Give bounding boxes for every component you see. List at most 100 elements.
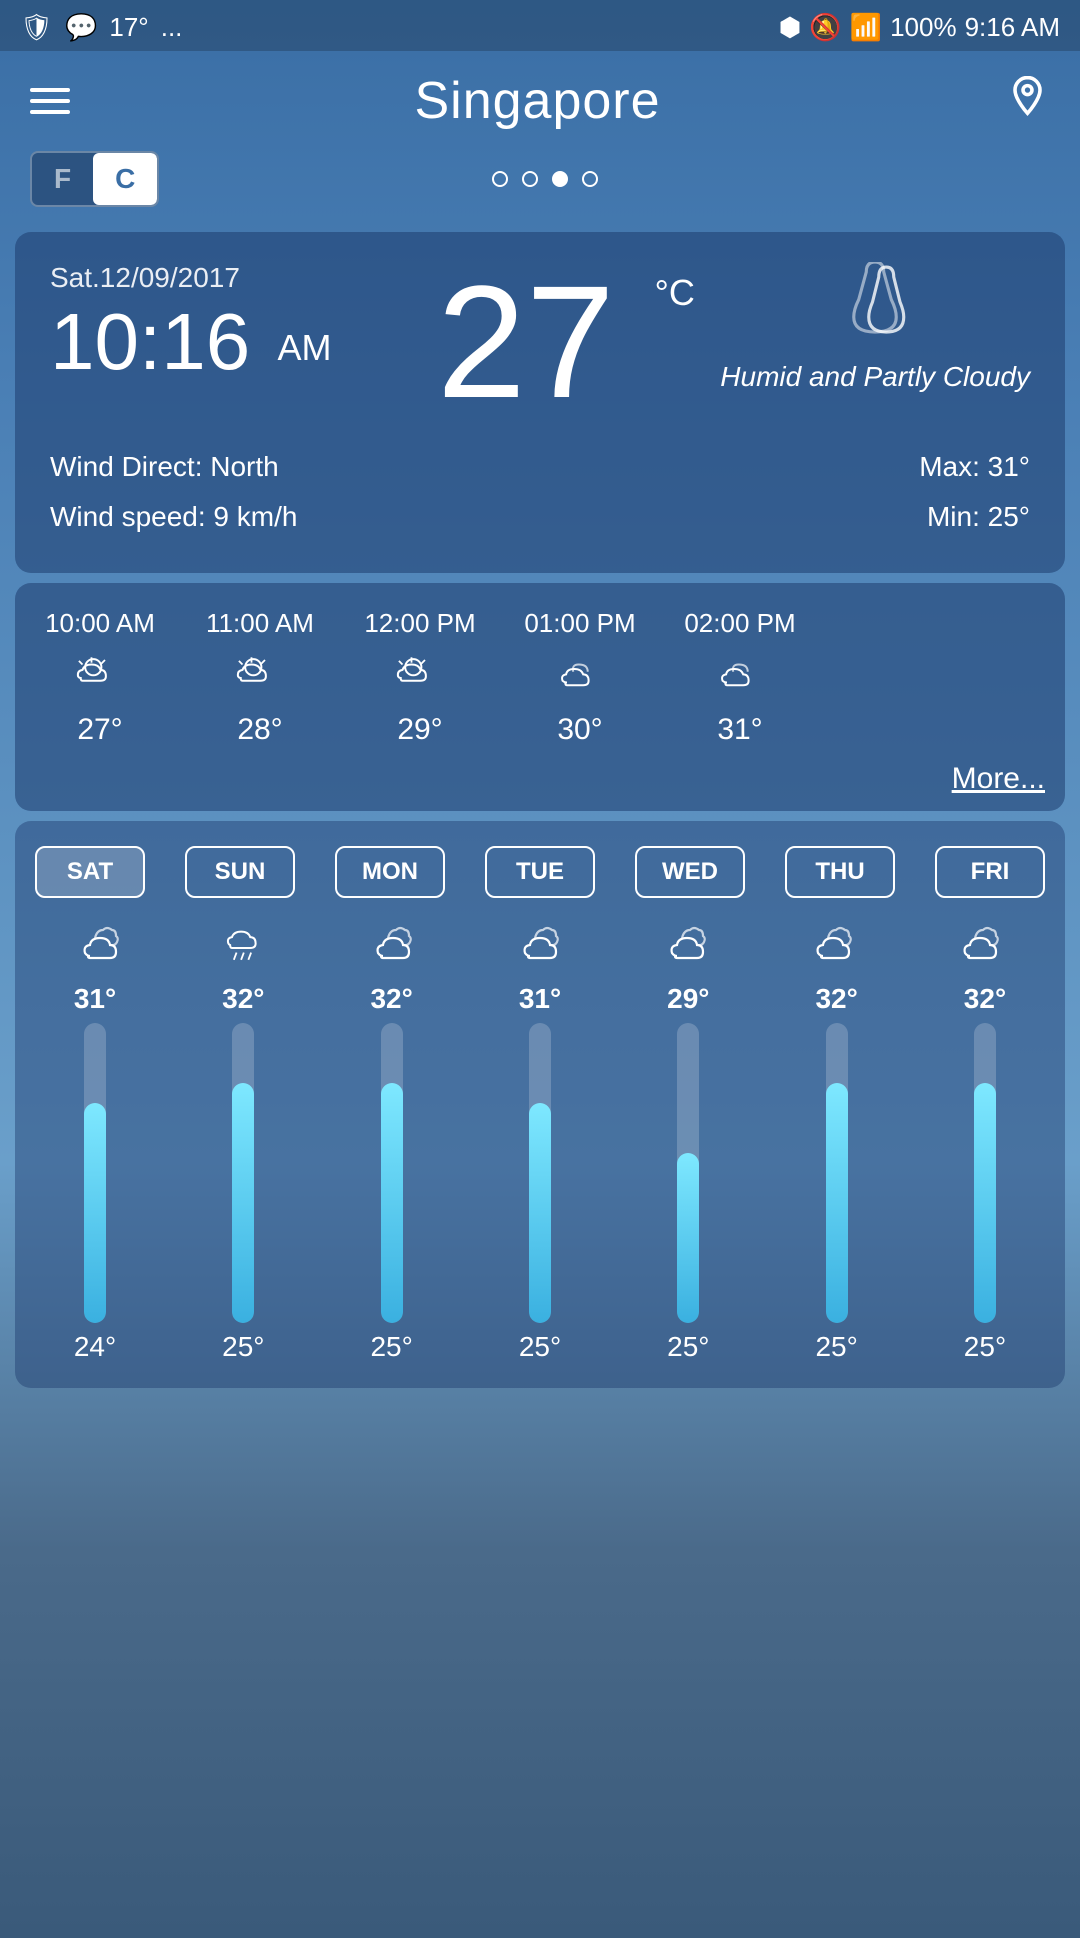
menu-button[interactable] <box>30 88 70 114</box>
hourly-weather-icon <box>713 651 768 701</box>
bar-max-temp: 32° <box>222 983 264 1015</box>
weekly-bars: 31°24°32°25°32°25°31°25°29°25°32°25°32°2… <box>35 983 1045 1363</box>
weekly-forecast-card: SATSUNMONTUEWEDTHUFRI 31°24°32°2 <box>15 821 1065 1388</box>
temperature-bar-wrapper <box>232 1023 254 1323</box>
temperature-section: 27 °C <box>437 262 615 422</box>
hourly-item: 02:00 PM 31° <box>675 608 805 747</box>
weekly-weather-icon <box>778 918 888 968</box>
max-temp: Max: 31° <box>919 442 1030 492</box>
hourly-temperature: 28° <box>237 713 282 747</box>
bar-column: 32° 25° <box>930 983 1040 1363</box>
wifi-icon: 📶 <box>850 12 882 43</box>
bar-max-temp: 32° <box>964 983 1006 1015</box>
weekly-weather-icon <box>338 918 448 968</box>
humidity-icon <box>840 262 910 342</box>
shield-icon: 🛡 <box>20 12 53 43</box>
wind-speed: Wind speed: 9 km/h <box>50 492 297 542</box>
page-dots <box>492 171 598 187</box>
hourly-weather-icon <box>233 651 288 701</box>
day-button[interactable]: WED <box>635 846 745 898</box>
bar-column: 32° 25° <box>782 983 892 1363</box>
hourly-weather-icon <box>553 651 608 701</box>
temperature-bar-fill <box>974 1083 996 1323</box>
min-temp: Min: 25° <box>919 492 1030 542</box>
day-button[interactable]: MON <box>335 846 445 898</box>
hourly-forecast-card: 10:00 AM 27°11:00 AM 28°12:00 PM 29°01:0… <box>15 583 1065 811</box>
time-display: 9:16 AM <box>965 12 1060 43</box>
bar-max-temp: 29° <box>667 983 709 1015</box>
hourly-item: 12:00 PM 29° <box>355 608 485 747</box>
hourly-time: 12:00 PM <box>364 608 475 639</box>
day-button[interactable]: TUE <box>485 846 595 898</box>
temperature-bar-wrapper <box>826 1023 848 1323</box>
bar-column: 31°25° <box>485 983 595 1363</box>
weather-top: Sat.12/09/2017 10:16 AM 27 °C Humid and … <box>50 262 1030 422</box>
unit-toggle[interactable]: F C <box>30 151 159 207</box>
bar-max-temp: 32° <box>815 983 857 1015</box>
fahrenheit-button[interactable]: F <box>32 153 93 205</box>
header: Singapore <box>0 51 1080 141</box>
current-temperature: 27 <box>437 252 615 431</box>
bar-column: 32° 25° <box>337 983 447 1363</box>
bar-min-temp: 25° <box>815 1331 857 1363</box>
location-icon[interactable] <box>1005 74 1050 129</box>
ellipsis: ... <box>161 12 183 43</box>
weekly-weather-icon <box>632 918 742 968</box>
hourly-weather-icon <box>393 651 448 701</box>
bar-min-temp: 25° <box>519 1331 561 1363</box>
dot-1[interactable] <box>492 171 508 187</box>
hourly-time: 02:00 PM <box>684 608 795 639</box>
weather-right-section: Humid and Partly Cloudy <box>720 262 1030 396</box>
bar-max-temp: 32° <box>370 983 412 1015</box>
weekly-icons <box>35 918 1045 968</box>
day-button[interactable]: FRI <box>935 846 1045 898</box>
temperature-bar-fill <box>826 1083 848 1323</box>
temperature-display: 17° <box>109 12 148 43</box>
message-icon: 💬 <box>65 12 97 43</box>
weather-description: Humid and Partly Cloudy <box>720 357 1030 396</box>
bar-max-temp: 31° <box>74 983 116 1015</box>
temperature-bar-wrapper <box>677 1023 699 1323</box>
weekly-weather-icon <box>925 918 1035 968</box>
hourly-weather-icon <box>73 651 128 701</box>
day-button[interactable]: THU <box>785 846 895 898</box>
status-right: ⬢ 🔕 📶 100% 9:16 AM <box>779 12 1060 43</box>
temperature-bar-wrapper <box>381 1023 403 1323</box>
hourly-temperature: 29° <box>397 713 442 747</box>
weather-bottom: Wind Direct: North Wind speed: 9 km/h Ma… <box>50 442 1030 543</box>
wind-direction: Wind Direct: North <box>50 442 297 492</box>
bar-min-temp: 24° <box>74 1331 116 1363</box>
wind-info: Wind Direct: North Wind speed: 9 km/h <box>50 442 297 543</box>
celsius-button[interactable]: C <box>93 153 157 205</box>
dot-2[interactable] <box>522 171 538 187</box>
temperature-bar-wrapper <box>974 1023 996 1323</box>
bar-min-temp: 25° <box>370 1331 412 1363</box>
current-time: 10:16 AM <box>50 302 331 382</box>
more-link[interactable]: More... <box>35 762 1045 796</box>
day-button[interactable]: SAT <box>35 846 145 898</box>
hourly-temperature: 31° <box>717 713 762 747</box>
day-button[interactable]: SUN <box>185 846 295 898</box>
hourly-item: 11:00 AM 28° <box>195 608 325 747</box>
dot-4[interactable] <box>582 171 598 187</box>
hourly-temperature: 27° <box>77 713 122 747</box>
temperature-bar-fill <box>677 1153 699 1323</box>
hourly-scroll[interactable]: 10:00 AM 27°11:00 AM 28°12:00 PM 29°01:0… <box>35 608 1045 747</box>
bar-min-temp: 25° <box>667 1331 709 1363</box>
dot-3[interactable] <box>552 171 568 187</box>
bar-column: 32° 25° <box>188 983 298 1363</box>
temperature-bar-wrapper <box>529 1023 551 1323</box>
temperature-bar-wrapper <box>84 1023 106 1323</box>
weekly-weather-icon <box>485 918 595 968</box>
weekly-days: SAT SUN MON TUE WED THU FRI <box>35 846 1045 898</box>
bluetooth-icon: ⬢ <box>779 12 802 43</box>
bar-min-temp: 25° <box>222 1331 264 1363</box>
status-left: 🛡 💬 17° ... <box>20 12 182 43</box>
mute-icon: 🔕 <box>809 12 841 43</box>
hourly-time: 01:00 PM <box>524 608 635 639</box>
hourly-temperature: 30° <box>557 713 602 747</box>
temperature-bar-fill <box>84 1103 106 1323</box>
bar-min-temp: 25° <box>964 1331 1006 1363</box>
date-time-section: Sat.12/09/2017 10:16 AM <box>50 262 331 382</box>
hourly-item: 10:00 AM 27° <box>35 608 165 747</box>
